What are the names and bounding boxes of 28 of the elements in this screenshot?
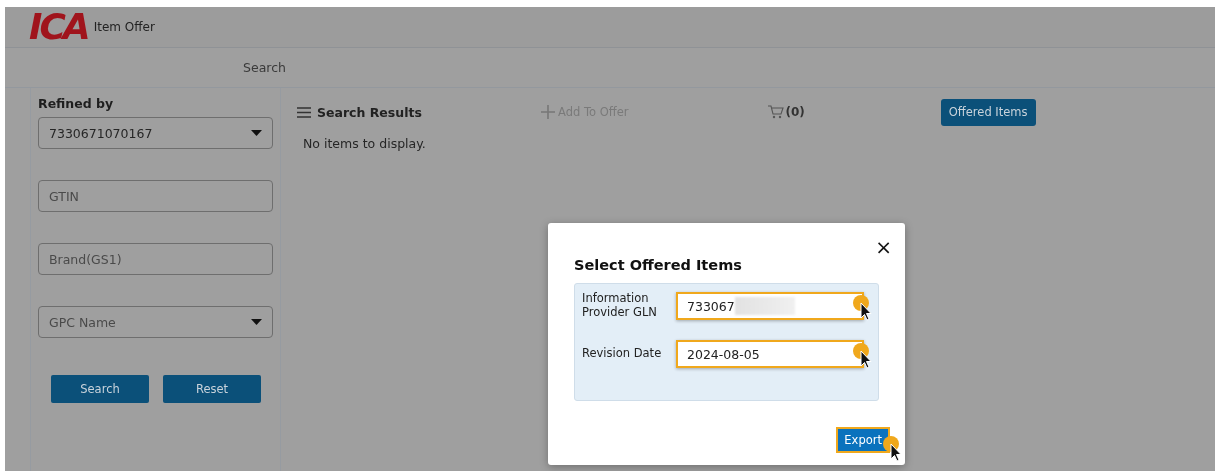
app-title: Item Offer [93, 20, 155, 34]
close-button[interactable]: × [875, 237, 892, 257]
input-field[interactable]: 2024-08-05 [676, 340, 864, 368]
caret-icon [251, 319, 262, 325]
caret-icon [251, 130, 262, 136]
dropdown-field[interactable]: 7330671070167 [38, 117, 273, 149]
input-field[interactable]: Brand(GS1) [38, 243, 273, 275]
cart-icon [768, 105, 785, 119]
reset-button[interactable]: Reset [163, 375, 261, 403]
offered-items-button[interactable]: Offered Items [940, 98, 1036, 126]
plus-icon [540, 104, 556, 120]
search-tab[interactable]: Search [243, 60, 286, 75]
dialog-title: Select Offered Items [574, 257, 743, 273]
field-label: Revision Date [582, 347, 663, 361]
menu-icon [297, 106, 311, 118]
input-field[interactable]: 733067 [676, 292, 864, 320]
results-title: Search Results [317, 104, 423, 120]
empty-message: No items to display. [303, 136, 427, 151]
dropdown-field[interactable]: GPC Name [38, 306, 273, 338]
sidebar-heading: Refined by [38, 96, 115, 111]
cart-count: (0) [785, 105, 805, 119]
click-marker-icon [852, 294, 874, 322]
export-button[interactable]: Export [836, 427, 890, 453]
field-label: Information Provider GLN [582, 292, 658, 320]
search-button[interactable]: Search [51, 375, 149, 403]
click-marker-icon [852, 342, 874, 370]
input-field[interactable]: GTIN [38, 180, 273, 212]
brand-logo: ICA [29, 9, 88, 45]
